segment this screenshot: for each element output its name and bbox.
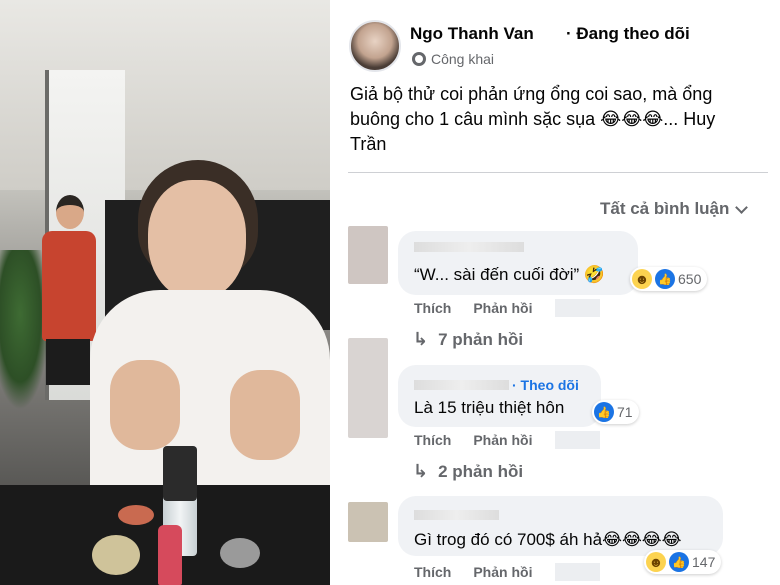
reply-button[interactable]: Phản hồi <box>473 432 532 448</box>
video-jar <box>92 535 140 575</box>
haha-icon: ☻ <box>646 552 666 572</box>
comment-author-redacted[interactable] <box>414 238 524 254</box>
video-jar <box>118 505 154 525</box>
comment-sort-dropdown[interactable]: Tất cả bình luận <box>600 199 749 219</box>
haha-icon: ☻ <box>632 269 652 289</box>
reaction-count: 71 <box>617 404 633 420</box>
view-replies-link[interactable]: ↳ 7 phản hồi <box>413 329 523 350</box>
comment-timestamp-redacted <box>555 299 600 317</box>
comment-author-redacted[interactable] <box>414 376 509 392</box>
replies-label: 2 phản hồi <box>438 461 524 481</box>
comment-author-redacted[interactable] <box>414 506 499 522</box>
like-icon: 👍 <box>594 402 614 422</box>
comment-text: Là 15 triệu thiệt hôn <box>414 398 565 417</box>
comment-text: “W... sài đến cuối đời” 🤣 <box>414 265 606 284</box>
privacy-label: Công khai <box>431 51 495 67</box>
follow-link[interactable]: · Theo dõi <box>512 377 579 393</box>
post-caption: Giả bộ thử coi phản ứng ổng coi sao, mà … <box>350 84 716 154</box>
post-privacy[interactable]: Công khai <box>412 51 494 67</box>
comment-actions: Thích Phản hồi <box>414 564 532 580</box>
following-status[interactable]: · Đang theo dõi <box>566 24 690 44</box>
comment-timestamp-redacted <box>555 431 600 449</box>
reaction-count: 147 <box>692 554 716 570</box>
divider <box>348 172 768 173</box>
reply-arrow-icon: ↳ <box>413 461 429 481</box>
like-button[interactable]: Thích <box>414 300 451 316</box>
sort-label: Tất cả bình luận <box>600 199 730 218</box>
like-icon: 👍 <box>655 269 675 289</box>
comment-avatar[interactable] <box>348 226 388 284</box>
chevron-down-icon <box>735 200 749 214</box>
video-bottle-cap <box>163 446 197 501</box>
video-dropper-bottle <box>158 525 182 585</box>
comment-timestamp-redacted <box>555 563 600 581</box>
globe-icon <box>412 52 426 66</box>
replies-label: 7 phản hồi <box>438 329 524 349</box>
reaction-count: 650 <box>678 271 702 287</box>
comment-avatar[interactable] <box>348 338 388 438</box>
like-button[interactable]: Thích <box>414 564 451 580</box>
comment-text: Gì trog đó có 700$ áh hả😂😂😂😂 <box>414 530 682 549</box>
comment-actions: Thích Phản hồi <box>414 432 532 448</box>
comment-reactions[interactable]: ☻ 👍 650 <box>630 267 708 291</box>
video-jar <box>220 538 260 568</box>
reply-button[interactable]: Phản hồi <box>473 564 532 580</box>
livestream-video[interactable] <box>0 0 330 585</box>
author-avatar[interactable] <box>349 20 401 72</box>
like-icon: 👍 <box>669 552 689 572</box>
reply-arrow-icon: ↳ <box>413 329 429 349</box>
author-name[interactable]: Ngo Thanh Van <box>410 24 534 44</box>
like-button[interactable]: Thích <box>414 432 451 448</box>
comment-avatar[interactable] <box>348 502 388 542</box>
comment-reactions[interactable]: 👍 71 <box>592 400 639 424</box>
comment-actions: Thích Phản hồi <box>414 300 532 316</box>
comment-reactions[interactable]: ☻ 👍 147 <box>644 550 722 574</box>
reply-button[interactable]: Phản hồi <box>473 300 532 316</box>
view-replies-link[interactable]: ↳ 2 phản hồi <box>413 461 523 482</box>
